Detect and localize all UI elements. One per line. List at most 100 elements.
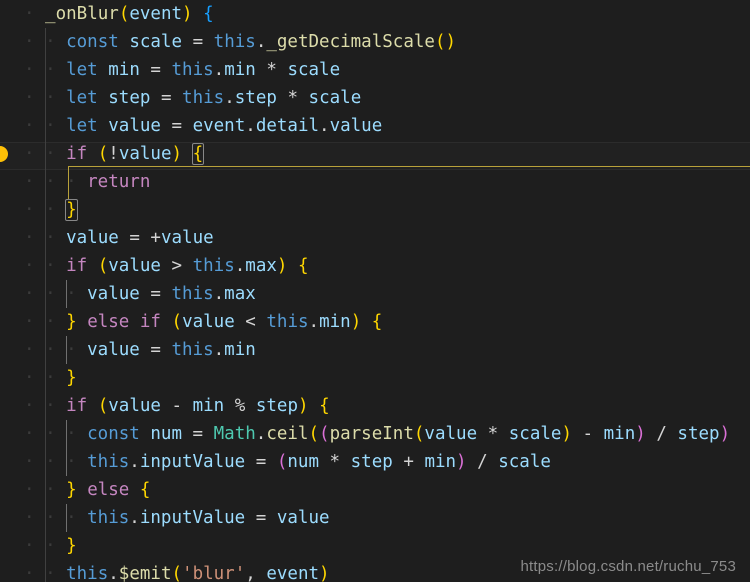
code-token: ceil bbox=[266, 424, 309, 444]
code-token: % bbox=[234, 396, 246, 416]
code-token: = bbox=[255, 508, 267, 528]
code-token: Math bbox=[213, 424, 256, 444]
code-line[interactable]: · · value = +value bbox=[0, 224, 750, 252]
code-token: * bbox=[329, 452, 341, 472]
code-token: inputValue bbox=[139, 452, 246, 472]
code-editor-viewport[interactable]: · _onBlur(event) {· · const scale = this… bbox=[0, 0, 750, 582]
code-token: ) bbox=[445, 32, 457, 52]
whitespace-markers: · · bbox=[24, 32, 67, 52]
code-token: value bbox=[329, 116, 383, 136]
code-line[interactable]: · · } else { bbox=[0, 476, 750, 504]
code-lines-container[interactable]: · _onBlur(event) {· · const scale = this… bbox=[0, 0, 750, 582]
code-line[interactable]: · · } bbox=[0, 532, 750, 560]
code-token: $emit bbox=[118, 564, 172, 582]
watermark-text: https://blog.csdn.net/ruchu_753 bbox=[520, 558, 736, 575]
code-line[interactable]: · · } bbox=[0, 196, 750, 224]
code-line[interactable]: · · · return bbox=[0, 168, 750, 196]
code-line-text: if (value > this.max) { bbox=[66, 252, 308, 280]
code-line-text: this.inputValue = (num * step + min) / s… bbox=[87, 448, 551, 476]
code-token: { bbox=[298, 256, 309, 276]
code-token: } bbox=[66, 536, 77, 556]
code-line[interactable]: · · · this.inputValue = (num * step + mi… bbox=[0, 448, 750, 476]
code-line[interactable]: · · · this.inputValue = value bbox=[0, 504, 750, 532]
code-token: - bbox=[582, 424, 594, 444]
code-line[interactable]: · · · value = this.max bbox=[0, 280, 750, 308]
code-line-text: const scale = this._getDecimalScale() bbox=[66, 28, 456, 56]
code-line[interactable]: · · let value = event.detail.value bbox=[0, 112, 750, 140]
whitespace-markers: · · · bbox=[24, 424, 88, 444]
code-token: min bbox=[108, 60, 140, 80]
code-line-text: value = +value bbox=[66, 224, 214, 252]
code-line[interactable]: · · let min = this.min * scale bbox=[0, 56, 750, 84]
code-token: inputValue bbox=[139, 508, 246, 528]
code-token: if bbox=[66, 396, 88, 416]
code-line[interactable]: · · let step = this.step * scale bbox=[0, 84, 750, 112]
code-token: ) bbox=[635, 424, 646, 444]
code-token: ) bbox=[171, 144, 183, 164]
code-token: } bbox=[66, 368, 77, 388]
code-token: num bbox=[150, 424, 182, 444]
code-token: = bbox=[192, 32, 204, 52]
code-token: if bbox=[139, 312, 161, 332]
code-line[interactable]: · · if (!value) { bbox=[0, 140, 750, 168]
code-token: ( bbox=[413, 424, 425, 444]
code-token: > bbox=[171, 256, 183, 276]
code-token: num bbox=[287, 452, 319, 472]
code-token: value bbox=[108, 256, 161, 276]
code-token: value bbox=[87, 284, 140, 304]
code-line[interactable]: · · · const num = Math.ceil((parseInt(va… bbox=[0, 420, 750, 448]
code-token: step bbox=[350, 452, 393, 472]
code-line-text: let step = this.step * scale bbox=[66, 84, 361, 112]
code-line[interactable]: · · if (value > this.max) { bbox=[0, 252, 750, 280]
code-token: value bbox=[276, 508, 330, 528]
code-token: ) bbox=[719, 424, 731, 444]
whitespace-markers: · · bbox=[24, 368, 67, 388]
code-token: + bbox=[403, 452, 414, 472]
code-token: . bbox=[213, 284, 225, 304]
code-token: = bbox=[150, 284, 161, 304]
code-line[interactable]: · · · value = this.min bbox=[0, 336, 750, 364]
whitespace-markers: · · · bbox=[24, 340, 88, 360]
code-line[interactable]: · · } else if (value < this.min) { bbox=[0, 308, 750, 336]
code-line-text: return bbox=[87, 168, 150, 196]
code-token: detail bbox=[255, 116, 320, 136]
code-token: this bbox=[171, 60, 214, 80]
code-token: scale bbox=[308, 88, 362, 108]
code-token: + bbox=[150, 228, 161, 248]
code-token: / bbox=[656, 424, 667, 444]
code-token: max bbox=[245, 256, 277, 276]
whitespace-markers: · · · bbox=[24, 452, 88, 472]
code-line[interactable]: · _onBlur(event) { bbox=[0, 0, 750, 28]
code-token: ( bbox=[171, 564, 183, 582]
code-line[interactable]: · · } bbox=[0, 364, 750, 392]
code-line[interactable]: · · if (value - min % step) { bbox=[0, 392, 750, 420]
whitespace-markers: · · bbox=[24, 564, 67, 582]
code-token: ) bbox=[276, 256, 288, 276]
code-token: if bbox=[66, 256, 88, 276]
code-token: ) bbox=[182, 4, 193, 24]
code-token: min bbox=[192, 396, 225, 416]
code-line[interactable]: · · const scale = this._getDecimalScale(… bbox=[0, 28, 750, 56]
code-token: = bbox=[255, 452, 267, 472]
code-line-text: } else if (value < this.min) { bbox=[66, 308, 382, 336]
